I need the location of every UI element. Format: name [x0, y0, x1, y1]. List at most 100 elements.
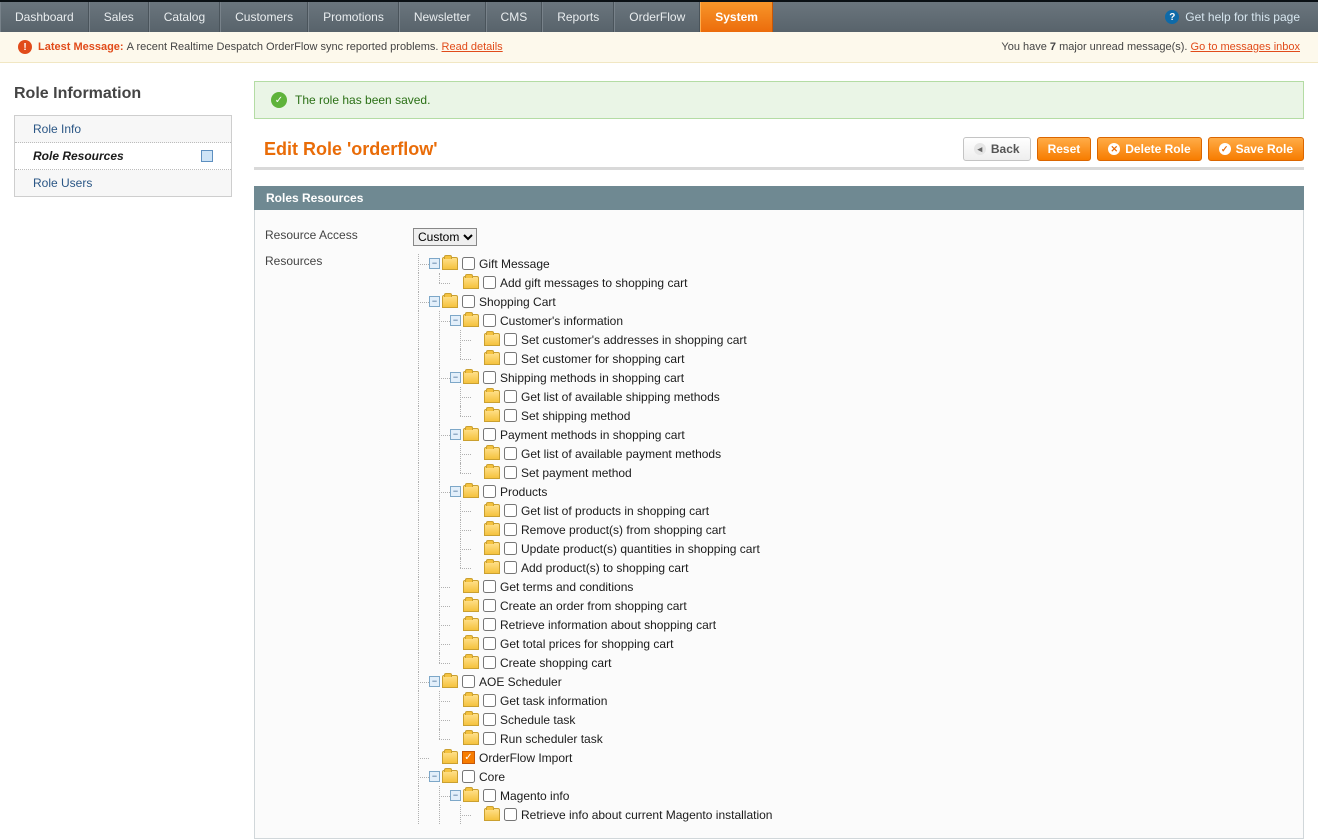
folder-icon [463, 580, 479, 593]
folder-icon [484, 542, 500, 555]
back-button[interactable]: ◂Back [963, 137, 1031, 161]
tree-label: Add product(s) to shopping cart [521, 561, 688, 575]
folder-icon [463, 485, 479, 498]
nav-sales[interactable]: Sales [89, 2, 149, 32]
tree-checkbox[interactable]: ✓ [462, 751, 475, 764]
tree-node: −Magento info [413, 786, 772, 805]
tree-node: Retrieve info about current Magento inst… [413, 805, 772, 824]
tree-label: Remove product(s) from shopping cart [521, 523, 726, 537]
delete-icon: ✕ [1108, 143, 1120, 155]
tree-checkbox[interactable] [483, 732, 496, 745]
folder-icon [442, 751, 458, 764]
folder-icon [463, 732, 479, 745]
back-icon: ◂ [974, 143, 986, 155]
tree-checkbox[interactable] [483, 713, 496, 726]
nav-orderflow[interactable]: OrderFlow [614, 2, 700, 32]
nav-newsletter[interactable]: Newsletter [399, 2, 486, 32]
folder-icon [463, 618, 479, 631]
folder-icon [484, 561, 500, 574]
tree-checkbox[interactable] [504, 333, 517, 346]
tree-checkbox[interactable] [504, 352, 517, 365]
sidebar-tabs: Role InfoRole ResourcesRole Users [14, 115, 232, 197]
nav-promotions[interactable]: Promotions [308, 2, 399, 32]
delete-role-button[interactable]: ✕Delete Role [1097, 137, 1201, 161]
tree-label: Get terms and conditions [500, 580, 633, 594]
tree-toggle-icon[interactable]: − [429, 296, 440, 307]
nav-reports[interactable]: Reports [542, 2, 614, 32]
reset-button[interactable]: Reset [1037, 137, 1092, 161]
tree-node: Create an order from shopping cart [413, 596, 772, 615]
tree-checkbox[interactable] [483, 371, 496, 384]
nav-catalog[interactable]: Catalog [149, 2, 220, 32]
sidebar-tab-role-info[interactable]: Role Info [15, 116, 231, 143]
nav-dashboard[interactable]: Dashboard [0, 2, 89, 32]
check-icon: ✓ [271, 92, 287, 108]
tree-checkbox[interactable] [462, 295, 475, 308]
tree-label: Core [479, 770, 505, 784]
tree-toggle-icon[interactable]: − [450, 429, 461, 440]
tree-toggle-icon[interactable]: − [429, 771, 440, 782]
tree-checkbox[interactable] [504, 409, 517, 422]
tree-toggle-icon[interactable]: − [450, 372, 461, 383]
tree-checkbox[interactable] [504, 523, 517, 536]
sidebar-tab-role-users[interactable]: Role Users [15, 170, 231, 196]
help-link[interactable]: ?Get help for this page [1147, 2, 1318, 32]
tree-checkbox[interactable] [504, 466, 517, 479]
tree-node: −Products [413, 482, 772, 501]
folder-icon [442, 257, 458, 270]
read-details-link[interactable]: Read details [442, 41, 503, 53]
tree-checkbox[interactable] [504, 542, 517, 555]
nav-customers[interactable]: Customers [220, 2, 308, 32]
tree-label: Set customer's addresses in shopping car… [521, 333, 747, 347]
tree-checkbox[interactable] [504, 561, 517, 574]
tree-checkbox[interactable] [483, 428, 496, 441]
tree-node: Retrieve information about shopping cart [413, 615, 772, 634]
message-bar: ! Latest Message: A recent Realtime Desp… [0, 32, 1318, 63]
inbox-link[interactable]: Go to messages inbox [1191, 41, 1300, 53]
tree-node: Get list of available payment methods [413, 444, 772, 463]
tree-toggle-icon[interactable]: − [450, 486, 461, 497]
tree-label: Shopping Cart [479, 295, 556, 309]
tree-checkbox[interactable] [504, 504, 517, 517]
folder-icon [463, 314, 479, 327]
tree-label: Get list of products in shopping cart [521, 504, 709, 518]
folder-icon [442, 675, 458, 688]
tree-checkbox[interactable] [462, 257, 475, 270]
tree-checkbox[interactable] [483, 637, 496, 650]
nav-system[interactable]: System [700, 2, 773, 32]
tree-checkbox[interactable] [483, 276, 496, 289]
folder-icon [484, 504, 500, 517]
tree-label: Set payment method [521, 466, 632, 480]
tree-checkbox[interactable] [483, 580, 496, 593]
save-role-button[interactable]: ✓Save Role [1208, 137, 1304, 161]
tree-toggle-icon[interactable]: − [429, 258, 440, 269]
changed-icon [201, 150, 213, 162]
tree-checkbox[interactable] [462, 770, 475, 783]
tree-toggle-icon[interactable]: − [450, 315, 461, 326]
sidebar-tab-role-resources[interactable]: Role Resources [15, 143, 231, 170]
tree-node: Create shopping cart [413, 653, 772, 672]
tree-checkbox[interactable] [483, 656, 496, 669]
folder-icon [484, 390, 500, 403]
nav-cms[interactable]: CMS [486, 2, 543, 32]
tree-node: Run scheduler task [413, 729, 772, 748]
folder-icon [442, 770, 458, 783]
tree-checkbox[interactable] [483, 694, 496, 707]
folder-icon [463, 789, 479, 802]
tree-checkbox[interactable] [483, 618, 496, 631]
tree-label: Get total prices for shopping cart [500, 637, 673, 651]
tree-checkbox[interactable] [462, 675, 475, 688]
tree-node: Set customer's addresses in shopping car… [413, 330, 772, 349]
tree-toggle-icon[interactable]: − [429, 676, 440, 687]
top-nav: DashboardSalesCatalogCustomersPromotions… [0, 0, 1318, 32]
tree-checkbox[interactable] [483, 485, 496, 498]
folder-icon [463, 656, 479, 669]
tree-checkbox[interactable] [483, 599, 496, 612]
tree-checkbox[interactable] [483, 314, 496, 327]
resource-access-select[interactable]: Custom [413, 228, 477, 246]
tree-checkbox[interactable] [504, 390, 517, 403]
tree-node: ✓OrderFlow Import [413, 748, 772, 767]
tree-toggle-icon[interactable]: − [450, 790, 461, 801]
tree-checkbox[interactable] [504, 447, 517, 460]
tree-checkbox[interactable] [483, 789, 496, 802]
